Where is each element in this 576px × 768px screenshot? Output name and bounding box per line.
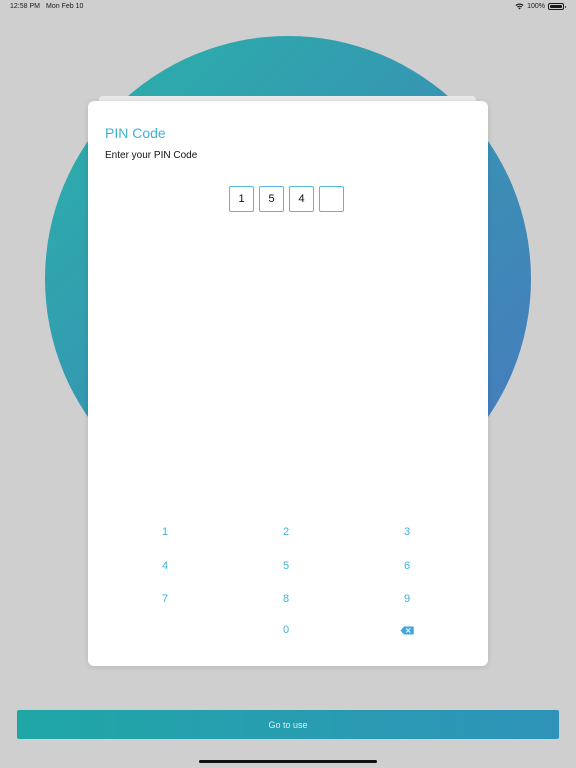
key-4[interactable]: 4 xyxy=(141,555,189,577)
key-1[interactable]: 1 xyxy=(141,521,189,543)
battery-percent: 100% xyxy=(527,3,545,10)
pin-digit-1[interactable]: 1 xyxy=(229,186,254,212)
pin-digit-2[interactable]: 5 xyxy=(259,186,284,212)
pin-dialog: PIN Code Enter your PIN Code 1 5 4 1 2 3… xyxy=(88,101,488,666)
dialog-title: PIN Code xyxy=(105,125,166,141)
pin-digit-3[interactable]: 4 xyxy=(289,186,314,212)
status-time: 12:58 PM xyxy=(10,3,40,10)
status-date: Mon Feb 10 xyxy=(46,3,84,10)
status-right: 100% xyxy=(515,3,566,10)
go-to-use-button[interactable]: Go to use xyxy=(17,710,559,739)
key-9[interactable]: 9 xyxy=(383,588,431,610)
backspace-icon xyxy=(400,626,414,634)
key-0[interactable]: 0 xyxy=(262,619,310,641)
dialog-subtitle: Enter your PIN Code xyxy=(105,150,198,161)
pin-digit-4[interactable] xyxy=(319,186,344,212)
key-2[interactable]: 2 xyxy=(262,521,310,543)
numeric-keypad: 1 2 3 4 5 6 7 8 9 0 xyxy=(105,521,468,646)
key-7[interactable]: 7 xyxy=(141,588,189,610)
key-3[interactable]: 3 xyxy=(383,521,431,543)
key-5[interactable]: 5 xyxy=(262,555,310,577)
status-bar: 12:58 PM Mon Feb 10 100% xyxy=(0,0,576,14)
pin-input-row: 1 5 4 xyxy=(229,186,344,212)
key-6[interactable]: 6 xyxy=(383,555,431,577)
wifi-icon xyxy=(515,3,524,10)
key-8[interactable]: 8 xyxy=(262,588,310,610)
battery-icon xyxy=(548,3,566,10)
home-indicator xyxy=(199,760,377,763)
backspace-key[interactable] xyxy=(383,619,431,641)
